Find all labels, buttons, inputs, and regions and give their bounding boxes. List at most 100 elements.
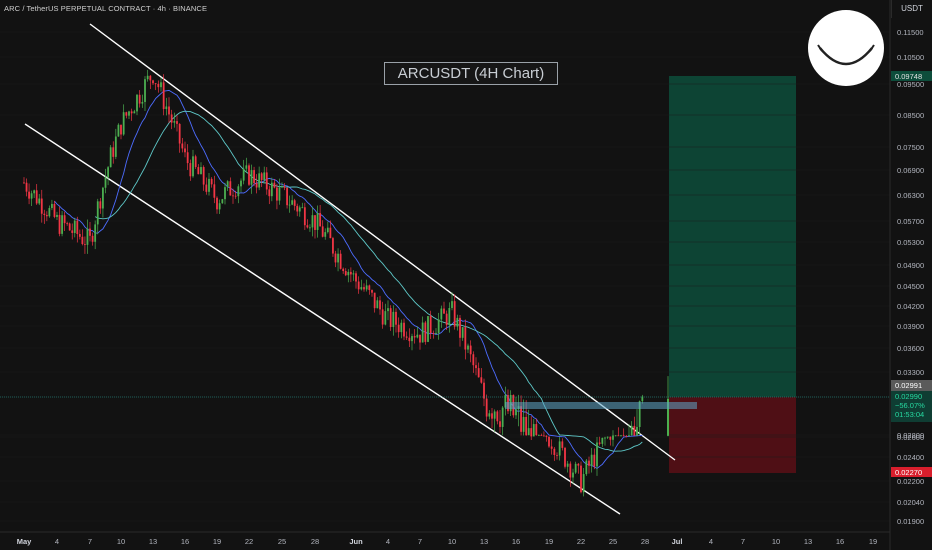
candle-body xyxy=(617,435,620,437)
candle-body xyxy=(400,322,403,333)
y-tick-label: 0.11500 xyxy=(897,28,924,37)
target-zone[interactable] xyxy=(669,76,796,397)
candle-body xyxy=(421,322,424,343)
candle-body xyxy=(491,413,493,419)
candle-body xyxy=(96,201,99,225)
candle-body xyxy=(291,200,294,205)
candle-body xyxy=(23,182,25,184)
candle-body xyxy=(248,165,250,185)
breakout-zone[interactable] xyxy=(505,402,697,409)
candle-body xyxy=(580,465,582,493)
candle-body xyxy=(229,181,232,196)
candle-body xyxy=(306,225,309,228)
candle-body xyxy=(210,178,213,185)
candle-body xyxy=(630,425,633,436)
candle-body xyxy=(349,271,352,275)
candle-body xyxy=(25,182,28,192)
candle-body xyxy=(582,474,585,493)
candle-body xyxy=(527,428,530,436)
candle-body xyxy=(515,409,517,416)
candle-body xyxy=(477,368,480,378)
candle-body xyxy=(363,287,365,290)
current-price-tag-text: 01:53:04 xyxy=(895,410,924,419)
x-tick-label: 7 xyxy=(741,537,745,546)
y-tick-label: 0.02400 xyxy=(897,453,924,462)
candle-body xyxy=(475,365,477,369)
candle-body xyxy=(445,313,448,325)
candle-body xyxy=(128,111,130,116)
candle-body xyxy=(278,187,281,201)
chart-title: ARCUSDT (4H Chart) xyxy=(384,62,558,85)
candle-body xyxy=(628,435,630,437)
candle-body xyxy=(181,143,184,149)
y-tick-label: 0.03900 xyxy=(897,322,924,331)
candle-body xyxy=(379,300,381,310)
current-price-tag-text: 0.02990 xyxy=(895,392,922,401)
candle-body xyxy=(440,308,443,320)
candle-body xyxy=(371,290,373,293)
candle-body xyxy=(593,454,596,467)
candle-body xyxy=(237,186,240,197)
x-tick-label: 25 xyxy=(278,537,286,546)
y-tick-label: 0.04900 xyxy=(897,261,924,270)
x-tick-label: 25 xyxy=(609,537,617,546)
candle-body xyxy=(532,424,535,437)
candle-body xyxy=(186,152,189,164)
x-tick-label: 19 xyxy=(213,537,221,546)
candle-body xyxy=(109,147,112,168)
candle-body xyxy=(117,124,120,137)
candle-body xyxy=(334,253,337,263)
candle-body xyxy=(270,182,273,197)
candle-body xyxy=(136,94,138,112)
candle-body xyxy=(360,287,363,290)
candle-body xyxy=(240,180,242,187)
candle-body xyxy=(122,112,125,135)
candle-body xyxy=(260,173,263,181)
candle-body xyxy=(451,301,453,309)
candle-body xyxy=(144,79,146,102)
candle-body xyxy=(365,285,368,290)
candle-body xyxy=(160,82,162,88)
candle-body xyxy=(427,316,429,342)
x-tick-label: 13 xyxy=(149,537,157,546)
candle-body xyxy=(63,215,66,224)
channel-lower-line[interactable] xyxy=(24,123,621,515)
candle-body xyxy=(178,123,181,144)
candle-body xyxy=(311,215,314,228)
candle-body xyxy=(467,345,469,350)
candle-body xyxy=(543,435,545,437)
candle-body xyxy=(352,273,355,275)
x-tick-label: Jun xyxy=(349,537,363,546)
candle-body xyxy=(218,203,221,210)
candle-body xyxy=(176,121,178,124)
candle-body xyxy=(255,183,258,188)
candle-body xyxy=(309,227,311,229)
candle-body xyxy=(572,472,574,478)
candle-body xyxy=(483,382,485,399)
y-tick-label: 0.02200 xyxy=(897,477,924,486)
candle-body xyxy=(614,435,617,437)
candle-body xyxy=(553,448,556,456)
x-tick-label: 10 xyxy=(448,537,456,546)
candle-body xyxy=(154,83,157,85)
x-tick-label: 16 xyxy=(512,537,520,546)
x-tick-label: 7 xyxy=(418,537,422,546)
candle-body xyxy=(384,311,387,325)
x-tick-label: 10 xyxy=(117,537,125,546)
candle-body xyxy=(574,463,577,473)
candle-body xyxy=(355,273,357,282)
x-tick-label: 10 xyxy=(772,537,780,546)
candle-body xyxy=(120,124,122,135)
y-tick-label: 0.01900 xyxy=(897,517,924,526)
candle-body xyxy=(84,244,86,245)
candle-body xyxy=(133,111,136,114)
candle-body xyxy=(28,191,30,199)
x-tick-label: 28 xyxy=(641,537,649,546)
candle-body xyxy=(157,83,160,88)
candle-body xyxy=(622,435,625,437)
candle-body xyxy=(71,230,74,233)
candle-body xyxy=(329,227,332,239)
target-price-tag-text: 0.09748 xyxy=(895,72,922,81)
candle-body xyxy=(53,203,56,217)
candle-body xyxy=(437,319,440,333)
